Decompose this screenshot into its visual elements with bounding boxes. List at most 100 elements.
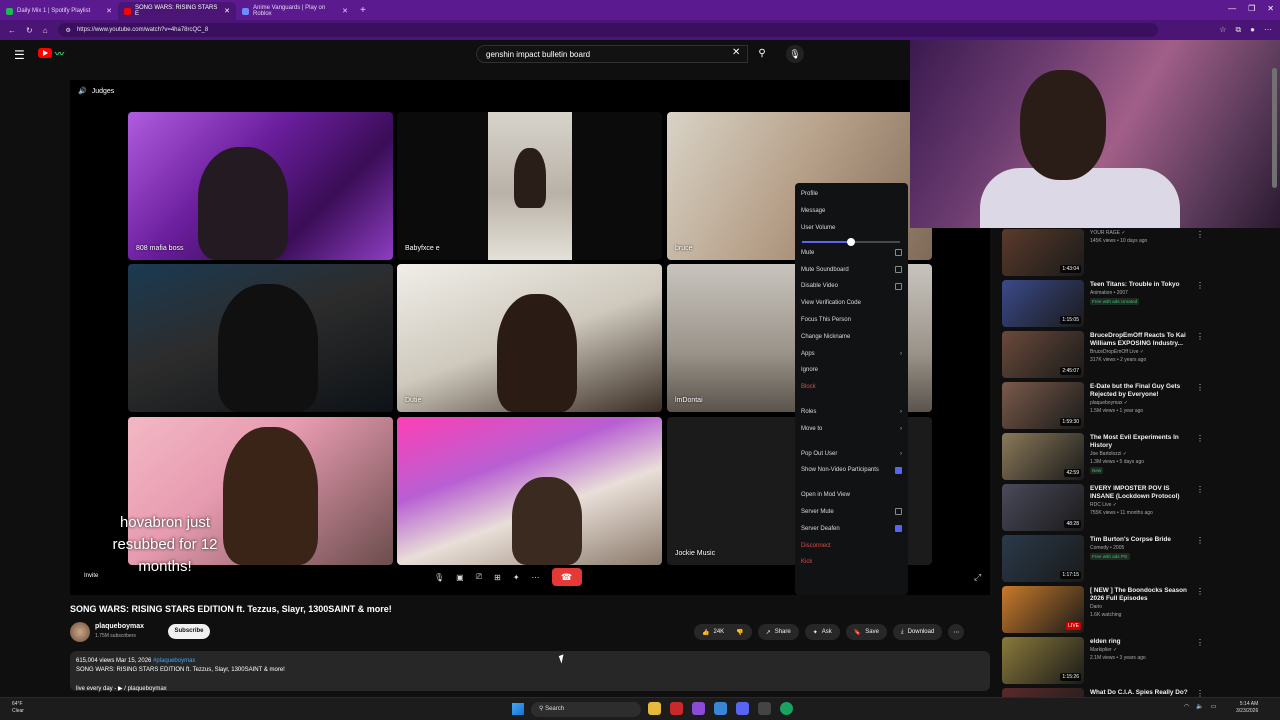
volume-icon[interactable]: 🔈	[1196, 703, 1203, 710]
hamburger-menu-icon[interactable]: ☰	[14, 48, 25, 62]
tab-spotify[interactable]: Daily Mix 1 | Spotify Playlist ✕	[0, 2, 118, 20]
video-title[interactable]: E-Date but the Final Guy Gets Rejected b…	[1090, 383, 1195, 399]
page-scrollbar[interactable]	[1272, 68, 1277, 188]
channel-name[interactable]: Animation • 2007	[1090, 290, 1128, 296]
menu-item[interactable]: Kick	[801, 554, 902, 571]
menu-item[interactable]: Change Nickname	[801, 328, 902, 345]
calculator-icon[interactable]	[758, 702, 771, 715]
video-title[interactable]: The Most Evil Experiments In History	[1090, 434, 1195, 450]
hang-up-icon[interactable]: ☎	[551, 568, 582, 586]
video-tile[interactable]	[128, 264, 393, 412]
app-icon[interactable]	[714, 702, 727, 715]
save-button[interactable]: 🔖 Save	[845, 624, 887, 640]
activities-icon[interactable]: ⊞	[494, 573, 501, 582]
checkbox-icon[interactable]	[895, 525, 902, 533]
menu-item[interactable]: User Volume	[801, 220, 902, 237]
tab-youtube[interactable]: SONG WARS: RISING STARS E ✕	[118, 2, 236, 20]
video-thumbnail[interactable]: 1:17:15	[1002, 535, 1084, 582]
download-button[interactable]: ⤓ Download	[892, 624, 943, 640]
back-icon[interactable]: ←	[8, 26, 16, 35]
menu-item[interactable]: Roles ›	[801, 404, 902, 421]
youtube-logo-icon[interactable]	[38, 48, 52, 58]
menu-item[interactable]: Message	[801, 203, 902, 220]
windows-start-icon[interactable]	[512, 703, 524, 715]
ask-button[interactable]: ✦ Ask	[804, 624, 840, 640]
video-tile[interactable]: Dutie	[397, 264, 662, 412]
more-icon[interactable]: ⋯	[532, 573, 540, 582]
menu-item[interactable]: View Verification Code	[801, 295, 902, 312]
recommended-video[interactable]: 1:15:26 elden ring Markiplier ✓ 2.1M views …	[1002, 636, 1272, 687]
app-icon[interactable]	[670, 702, 683, 715]
recommended-video[interactable]: 1:15:05 Teen Titans: Trouble in Tokyo Anim…	[1002, 279, 1272, 330]
mic-off-icon[interactable]: 🎙	[434, 573, 444, 582]
new-tab-icon[interactable]: +	[360, 5, 366, 16]
checkbox-icon[interactable]	[895, 249, 902, 257]
menu-item[interactable]: Server Mute	[801, 504, 902, 521]
home-icon[interactable]: ⌂	[43, 26, 48, 35]
video-title[interactable]: Teen Titans: Trouble in Tokyo	[1090, 281, 1195, 289]
channel-name[interactable]: Dario	[1090, 604, 1102, 610]
more-options-icon[interactable]: ⋮	[1196, 230, 1204, 239]
search-input[interactable]: genshin impact bulletin board	[476, 45, 748, 63]
refresh-icon[interactable]: ↻	[26, 26, 33, 35]
menu-item[interactable]: Apps ›	[801, 345, 902, 362]
url-field[interactable]: ⚙ https://www.youtube.com/watch?v=4ha78r…	[57, 23, 1158, 37]
file-explorer-icon[interactable]	[648, 702, 661, 715]
app-icon[interactable]	[692, 702, 705, 715]
recommended-video[interactable]: 48:28 EVERY IMPOSTER POV IS INSANE (Lockd…	[1002, 483, 1272, 534]
share-button[interactable]: ↗ Share	[757, 624, 799, 640]
checkbox-icon[interactable]	[895, 466, 902, 474]
channel-name[interactable]: Markiplier ✓	[1090, 647, 1117, 653]
wifi-icon[interactable]: ◠	[1184, 703, 1189, 710]
site-info-icon[interactable]: ⚙	[66, 27, 71, 34]
close-window-icon[interactable]: ✕	[1267, 4, 1274, 13]
video-title[interactable]: [ NEW ] The Boondocks Season 2026 Full E…	[1090, 587, 1195, 603]
video-tile[interactable]: 808 mafia boss	[128, 112, 393, 260]
video-player[interactable]: 🔊 Judges 808 mafia boss Babyfxce e bruce…	[70, 80, 990, 595]
taskbar-search[interactable]: ⚲ Search	[531, 702, 641, 717]
soundboard-icon[interactable]: ✦	[513, 573, 520, 582]
checkbox-icon[interactable]	[895, 266, 902, 274]
channel-name[interactable]: BruceDropEmOff Live ✓	[1090, 349, 1144, 355]
more-options-icon[interactable]: ⋮	[1196, 587, 1204, 596]
discord-icon[interactable]	[736, 702, 749, 715]
more-actions-button[interactable]: ⋯	[948, 624, 965, 640]
more-options-icon[interactable]: ⋮	[1196, 383, 1204, 392]
video-thumbnail[interactable]: 2:45:07	[1002, 331, 1084, 378]
recommended-video[interactable]: 1:17:15 Tim Burton's Corpse Bride Comedy •…	[1002, 534, 1272, 585]
menu-icon[interactable]: ⋯	[1264, 25, 1272, 35]
video-tile[interactable]: Babyfxce e	[397, 112, 662, 260]
like-button[interactable]: 👍 24K 👎	[694, 624, 752, 640]
minimize-icon[interactable]: —	[1228, 4, 1236, 13]
video-thumbnail[interactable]: 42:59	[1002, 433, 1084, 480]
battery-icon[interactable]: ▭	[1211, 703, 1217, 710]
recommended-video[interactable]: 1:59:30 E-Date but the Final Guy Gets Rej…	[1002, 381, 1272, 432]
close-icon[interactable]: ✕	[106, 7, 112, 15]
video-title[interactable]: Tim Burton's Corpse Bride	[1090, 536, 1195, 544]
menu-item[interactable]: Profile	[801, 186, 902, 203]
hashtag-link[interactable]: #plaqueboymax	[153, 658, 195, 664]
video-title[interactable]: What Do C.I.A. Spies Really Do?	[1090, 689, 1195, 697]
channel-name[interactable]: plaqueboymax ✓	[1090, 400, 1128, 406]
more-options-icon[interactable]: ⋮	[1196, 332, 1204, 341]
close-icon[interactable]: ✕	[342, 7, 348, 15]
menu-item[interactable]: Show Non-Video Participants	[801, 462, 902, 479]
microphone-icon[interactable]: 🎙	[786, 45, 804, 63]
channel-name[interactable]: RDC Live ✓	[1090, 502, 1117, 508]
avatar[interactable]	[70, 622, 90, 642]
star-icon[interactable]: ☆	[1219, 25, 1226, 35]
close-icon[interactable]: ✕	[224, 7, 230, 15]
menu-item[interactable]: Disable Video	[801, 278, 902, 295]
menu-item[interactable]: Mute	[801, 244, 902, 261]
more-options-icon[interactable]: ⋮	[1196, 536, 1204, 545]
more-options-icon[interactable]: ⋮	[1196, 638, 1204, 647]
search-icon[interactable]: ⚲	[750, 45, 774, 63]
channel-name[interactable]: YOUR RAGE ✓	[1090, 230, 1126, 236]
weather-widget[interactable]: 64°F Clear	[12, 701, 24, 715]
more-options-icon[interactable]: ⋮	[1196, 434, 1204, 443]
clock[interactable]: 5:14 AM 3/23/2026	[1236, 701, 1258, 715]
recommended-video[interactable]: LIVE [ NEW ] The Boondocks Season 2026 Fu…	[1002, 585, 1272, 636]
maximize-icon[interactable]: ❐	[1248, 4, 1255, 13]
video-title[interactable]: EVERY IMPOSTER POV IS INSANE (Lockdown P…	[1090, 485, 1195, 501]
menu-item[interactable]: Mute Soundboard	[801, 261, 902, 278]
